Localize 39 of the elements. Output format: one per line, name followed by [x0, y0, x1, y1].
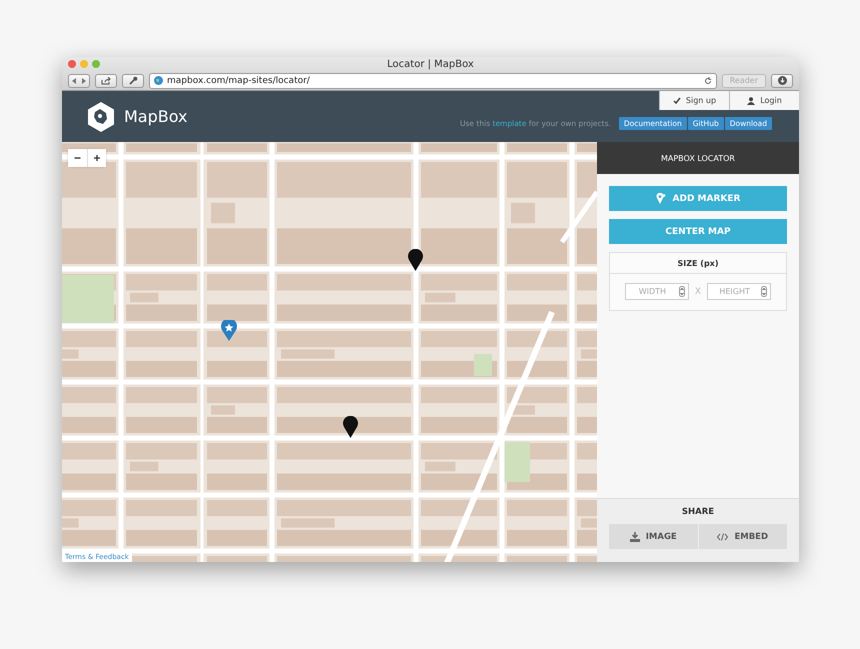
- back-forward-button[interactable]: [68, 74, 90, 88]
- auth-button[interactable]: Sign up: [659, 91, 729, 110]
- park-area: [474, 354, 492, 376]
- width-field[interactable]: WIDTH: [624, 283, 689, 300]
- panel-title: MAPBOX LOCATOR: [660, 154, 735, 162]
- stepper-icon[interactable]: [761, 286, 768, 297]
- reload-icon[interactable]: [704, 76, 712, 84]
- marker-plus-icon: [656, 193, 667, 204]
- park-area: [62, 275, 114, 323]
- pin-marker-icon[interactable]: [343, 416, 358, 438]
- share-button[interactable]: IMAGE: [609, 524, 698, 549]
- share-button[interactable]: EMBED: [698, 524, 787, 549]
- zoom-control[interactable]: +: [87, 149, 106, 167]
- settings-button[interactable]: [122, 74, 144, 88]
- close-button[interactable]: [68, 60, 76, 68]
- check-icon: [672, 96, 681, 104]
- pin-marker-icon[interactable]: [408, 249, 423, 271]
- size-label: SIZE (px): [678, 258, 718, 268]
- globe-icon: [154, 76, 163, 85]
- height-field[interactable]: HEIGHT: [707, 283, 772, 300]
- download-icon: [778, 76, 786, 85]
- logo-text: MapBox: [124, 107, 188, 126]
- zoom-control[interactable]: −: [68, 149, 87, 167]
- share-icon: [101, 76, 111, 84]
- times-sign: X: [694, 286, 702, 296]
- wrench-icon: [128, 76, 138, 85]
- arrows-icon: [72, 78, 86, 84]
- code-icon: [717, 532, 728, 540]
- user-icon: [747, 96, 756, 104]
- stepper-icon[interactable]: [678, 286, 685, 297]
- share-title: SHARE: [682, 507, 714, 517]
- address-field[interactable]: mapbox.com/map-sites/locator/: [149, 72, 717, 88]
- window-title: Locator | MapBox: [387, 58, 474, 70]
- auth-button[interactable]: Login: [729, 91, 799, 110]
- download-icon: [630, 532, 640, 542]
- star-marker-icon[interactable]: [221, 320, 237, 341]
- share-button[interactable]: [95, 74, 117, 88]
- downloads-button[interactable]: [771, 74, 793, 88]
- logo-icon: [86, 100, 116, 132]
